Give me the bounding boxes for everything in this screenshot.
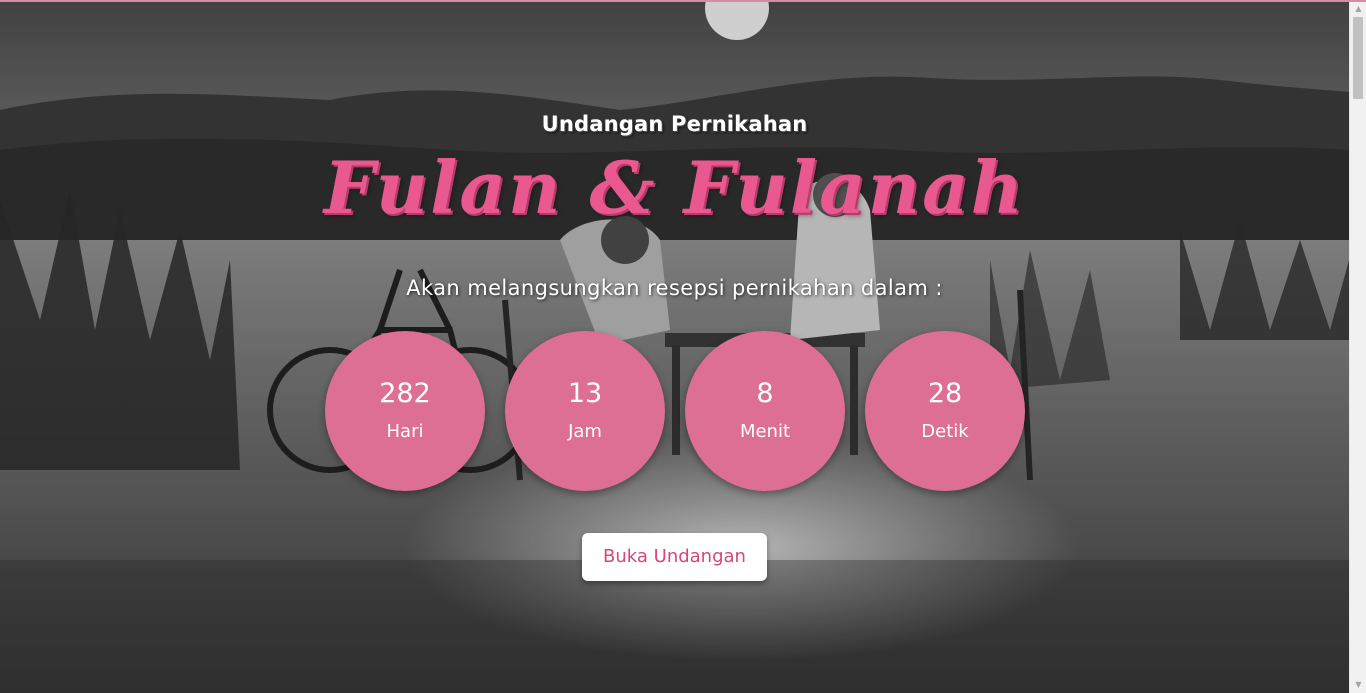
browser-viewport: Undangan Pernikahan Fulan & Fulanah Akan…	[0, 0, 1366, 693]
countdown-hours: 13 Jam	[505, 331, 665, 491]
scrollbar-thumb[interactable]	[1353, 17, 1363, 99]
hero-content: Undangan Pernikahan Fulan & Fulanah Akan…	[0, 0, 1349, 693]
countdown-days: 282 Hari	[325, 331, 485, 491]
countdown-minutes-label: Menit	[739, 421, 791, 442]
countdown-seconds-label: Detik	[921, 421, 969, 442]
countdown-seconds-value: 28	[927, 378, 963, 409]
vertical-scrollbar[interactable]: ▲ ▼	[1349, 0, 1366, 693]
countdown-hours-label: Jam	[568, 421, 602, 442]
top-border	[0, 0, 1366, 2]
couple-names: Fulan & Fulanah	[323, 145, 1026, 230]
hero-section: Undangan Pernikahan Fulan & Fulanah Akan…	[0, 0, 1349, 693]
scroll-up-arrow-icon[interactable]: ▲	[1350, 0, 1366, 17]
countdown-days-label: Hari	[386, 421, 424, 442]
countdown-days-value: 282	[379, 378, 431, 409]
invitation-subtitle: Undangan Pernikahan	[541, 112, 808, 136]
scroll-down-arrow-icon[interactable]: ▼	[1350, 676, 1366, 693]
countdown-hours-value: 13	[567, 378, 603, 409]
countdown-minutes: 8 Menit	[685, 331, 845, 491]
reception-lead-text: Akan melangsungkan resepsi pernikahan da…	[406, 276, 943, 300]
countdown-minutes-value: 8	[756, 378, 774, 409]
countdown-timer: 282 Hari 13 Jam 8 Menit 28 Detik	[325, 331, 1025, 491]
countdown-seconds: 28 Detik	[865, 331, 1025, 491]
open-invitation-button[interactable]: Buka Undangan	[582, 533, 767, 581]
